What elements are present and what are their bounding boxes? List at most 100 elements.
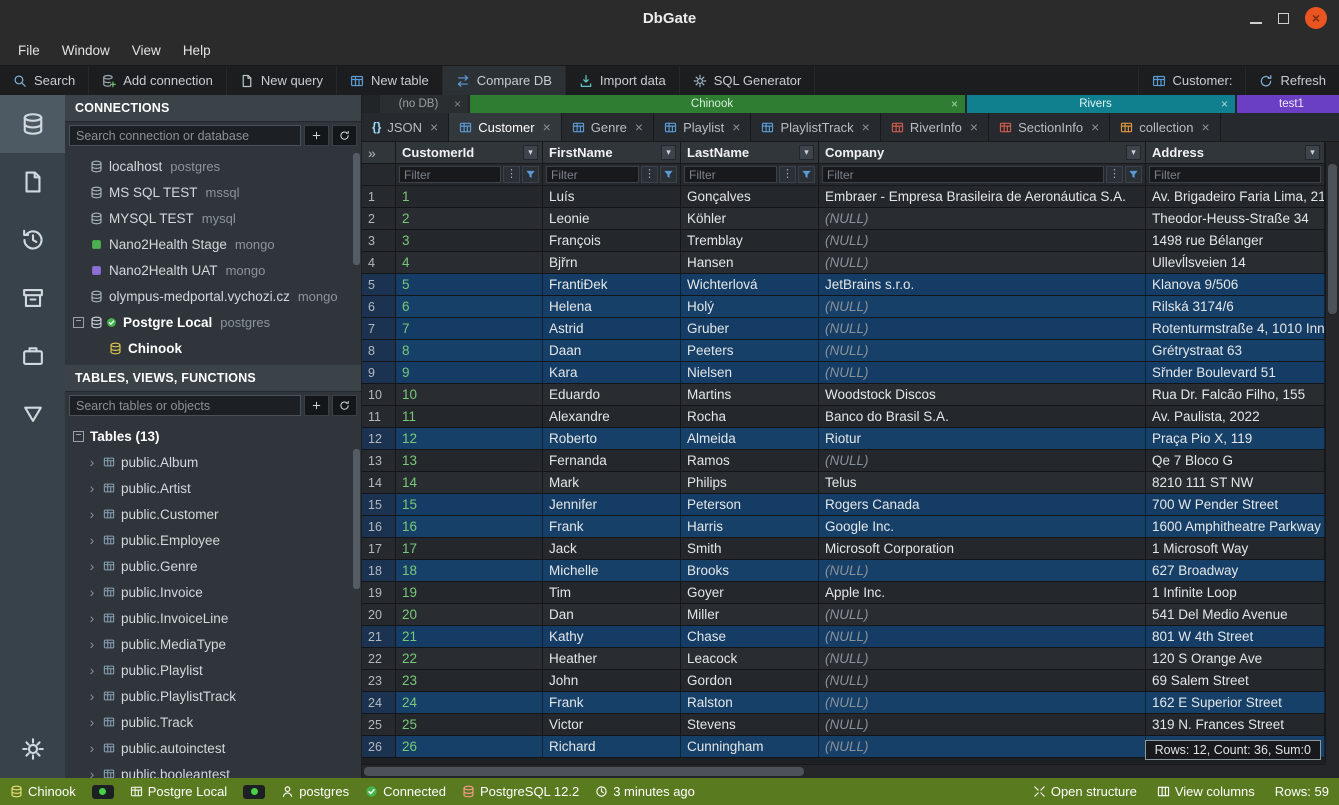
vertical-scrollbar-thumb[interactable] [1328, 164, 1337, 314]
grid-row-25[interactable]: 2525VictorStevens(NULL)319 N. Frances St… [362, 714, 1325, 736]
grid-cell-firstname[interactable]: Bjřrn [543, 252, 681, 273]
grid-cell-company[interactable]: (NULL) [819, 736, 1146, 757]
grid-cell-lastname[interactable]: Holý [681, 296, 819, 317]
close-icon[interactable]: × [543, 119, 551, 135]
table-item-public-invoice[interactable]: ›public.Invoice [65, 579, 361, 605]
grid-cell-firstname[interactable]: Kara [543, 362, 681, 383]
grid-cell-customerid[interactable]: 9 [396, 362, 543, 383]
grid-cell-firstname[interactable]: Daan [543, 340, 681, 361]
menu-view[interactable]: View [122, 39, 171, 62]
table-item-public-mediatype[interactable]: ›public.MediaType [65, 631, 361, 657]
grid-row-6[interactable]: 66HelenaHolý(NULL)Rilská 3174/6 [362, 296, 1325, 318]
grid-cell-address[interactable]: 1600 Amphitheatre Parkway [1146, 516, 1325, 537]
sidebar-gear-button[interactable] [0, 720, 65, 778]
filter-funnel-button[interactable] [798, 166, 815, 183]
grid-cell-address[interactable]: 1 Microsoft Way [1146, 538, 1325, 559]
connection-olympus-medportal-vychozi-cz[interactable]: olympus-medportal.vychozi.czmongo [65, 283, 361, 309]
grid-cell-company[interactable]: Telus [819, 472, 1146, 493]
grid-corner-cell[interactable]: » [362, 142, 396, 163]
status-postgresql-12-2[interactable]: PostgreSQL 12.2 [462, 784, 579, 799]
grid-cell-address[interactable]: Praça Pio X, 119 [1146, 428, 1325, 449]
grid-row-21[interactable]: 2121KathyChase(NULL)801 W 4th Street [362, 626, 1325, 648]
tab-genre[interactable]: Genre× [562, 113, 654, 141]
add-connection-mini-button[interactable] [304, 125, 329, 146]
filter-menu-button[interactable]: ⋮ [779, 166, 796, 183]
grid-cell-address[interactable]: 1 Infinite Loop [1146, 582, 1325, 603]
grid-row-13[interactable]: 1313FernandaRamos(NULL)Qe 7 Bloco G [362, 450, 1325, 472]
filter-input-company[interactable] [822, 166, 1104, 183]
grid-cell-lastname[interactable]: Wichterlová [681, 274, 819, 295]
connections-search-input[interactable] [69, 125, 301, 146]
grid-cell-lastname[interactable]: Brooks [681, 560, 819, 581]
sidebar-briefcase-button[interactable] [0, 327, 65, 385]
status-view-columns[interactable]: View columns [1157, 784, 1255, 799]
connection-mysql-test[interactable]: MYSQL TESTmysql [65, 205, 361, 231]
table-item-public-album[interactable]: ›public.Album [65, 449, 361, 475]
chevron-right-icon[interactable]: › [87, 454, 97, 470]
table-item-public-autoinctest[interactable]: ›public.autoinctest [65, 735, 361, 761]
grid-cell-lastname[interactable]: Harris [681, 516, 819, 537]
close-icon[interactable]: × [635, 119, 643, 135]
tab-sectioninfo[interactable]: SectionInfo× [989, 113, 1110, 141]
grid-cell-customerid[interactable]: 25 [396, 714, 543, 735]
grid-cell-firstname[interactable]: Frank [543, 692, 681, 713]
grid-row-11[interactable]: 1111AlexandreRochaBanco do Brasil S.A.Av… [362, 406, 1325, 428]
status-postgres[interactable]: postgres [281, 784, 349, 799]
grid-cell-address[interactable]: 69 Salem Street [1146, 670, 1325, 691]
grid-cell-firstname[interactable]: Kathy [543, 626, 681, 647]
grid-cell-lastname[interactable]: Hansen [681, 252, 819, 273]
filter-input-lastname[interactable] [684, 166, 777, 183]
grid-cell-lastname[interactable]: Smith [681, 538, 819, 559]
grid-cell-address[interactable]: Sřnder Boulevard 51 [1146, 362, 1325, 383]
connection-ms-sql-test[interactable]: MS SQL TESTmssql [65, 179, 361, 205]
status-chinook[interactable]: Chinook [10, 784, 76, 799]
grid-cell-firstname[interactable]: Astrid [543, 318, 681, 339]
tables-scrollbar-thumb[interactable] [353, 449, 360, 589]
grid-cell-company[interactable]: Embraer - Empresa Brasileira de Aeronáut… [819, 186, 1146, 207]
grid-cell-address[interactable]: Rotenturmstraße 4, 1010 Innere Stadt [1146, 318, 1325, 339]
grid-cell-customerid[interactable]: 3 [396, 230, 543, 251]
chevron-right-icon[interactable]: › [87, 480, 97, 496]
grid-cell-company[interactable]: (NULL) [819, 604, 1146, 625]
sidebar-file-button[interactable] [0, 153, 65, 211]
close-icon[interactable]: × [1221, 97, 1228, 111]
grid-cell-address[interactable]: Rua Dr. Falcão Filho, 155 [1146, 384, 1325, 405]
db-group-tab-no-db[interactable]: (no DB)× [380, 95, 468, 113]
grid-cell-customerid[interactable]: 1 [396, 186, 543, 207]
status-open-structure[interactable]: Open structure [1033, 784, 1137, 799]
grid-cell-firstname[interactable]: François [543, 230, 681, 251]
connection-nano2health-stage[interactable]: Nano2Health Stagemongo [65, 231, 361, 257]
grid-cell-company[interactable]: (NULL) [819, 670, 1146, 691]
column-dropdown-button[interactable]: ▾ [1126, 145, 1141, 160]
grid-cell-customerid[interactable]: 16 [396, 516, 543, 537]
grid-row-20[interactable]: 2020DanMiller(NULL)541 Del Medio Avenue [362, 604, 1325, 626]
chevron-right-icon[interactable]: › [87, 714, 97, 730]
close-icon[interactable]: × [1091, 119, 1099, 135]
db-group-tab-chinook[interactable]: Chinook× [470, 95, 965, 113]
grid-row-14[interactable]: 1414MarkPhilipsTelus8210 111 ST NW [362, 472, 1325, 494]
table-item-public-employee[interactable]: ›public.Employee [65, 527, 361, 553]
toolbar-import-data-button[interactable]: Import data [566, 66, 680, 95]
grid-cell-customerid[interactable]: 19 [396, 582, 543, 603]
filter-funnel-button[interactable] [522, 166, 539, 183]
grid-row-4[interactable]: 44BjřrnHansen(NULL)Ullevĺlsveien 14 [362, 252, 1325, 274]
grid-cell-address[interactable]: 801 W 4th Street [1146, 626, 1325, 647]
horizontal-scrollbar-thumb[interactable] [364, 767, 804, 776]
tab-playlisttrack[interactable]: PlaylistTrack× [751, 113, 880, 141]
column-header-address[interactable]: Address▾ [1146, 142, 1325, 163]
chevron-right-icon[interactable]: › [87, 506, 97, 522]
table-item-public-artist[interactable]: ›public.Artist [65, 475, 361, 501]
column-dropdown-button[interactable]: ▾ [523, 145, 538, 160]
grid-row-15[interactable]: 1515JenniferPetersonRogers Canada700 W P… [362, 494, 1325, 516]
grid-cell-firstname[interactable]: Luís [543, 186, 681, 207]
filter-input-address[interactable] [1149, 166, 1321, 183]
chevron-right-icon[interactable]: › [87, 740, 97, 756]
grid-cell-lastname[interactable]: Stevens [681, 714, 819, 735]
grid-cell-firstname[interactable]: Alexandre [543, 406, 681, 427]
close-icon[interactable]: × [1202, 119, 1210, 135]
titlebar[interactable]: DbGate × [0, 0, 1339, 36]
connection-localhost[interactable]: localhostpostgres [65, 153, 361, 179]
grid-cell-customerid[interactable]: 10 [396, 384, 543, 405]
add-object-mini-button[interactable] [304, 395, 329, 416]
grid-cell-customerid[interactable]: 6 [396, 296, 543, 317]
